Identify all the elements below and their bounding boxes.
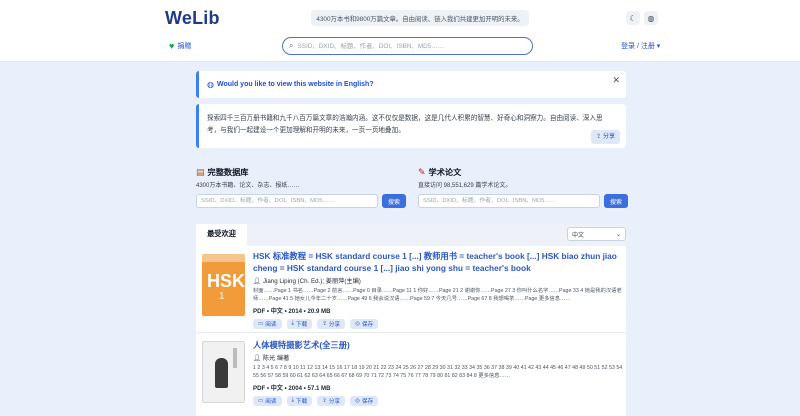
academic-papers-search-button[interactable]: 搜索 xyxy=(604,194,628,208)
cover-number: 1 xyxy=(219,291,225,302)
book-description: 1 2 3 4 5 6 7 8 9 10 11 12 13 14 15 16 1… xyxy=(253,365,623,380)
academic-papers-search-input[interactable] xyxy=(418,194,600,208)
close-icon[interactable]: ✕ xyxy=(612,75,620,86)
read-button[interactable]: ▭ 阅读 xyxy=(253,395,282,406)
book-icon: ▭ xyxy=(258,397,264,404)
site-logo[interactable]: WeLib xyxy=(165,8,220,29)
full-database-title: 完整数据库 xyxy=(207,168,249,177)
intro-share-button[interactable]: ⇪ 分享 xyxy=(591,130,620,144)
english-banner-link[interactable]: Would you like to view this website in E… xyxy=(217,81,374,88)
save-button[interactable]: ◎ 保存 xyxy=(350,395,379,406)
results-tabbar xyxy=(196,224,626,246)
full-database-subtitle: 4300万本书籍、论文、杂志、报纸…… xyxy=(196,183,300,189)
book-meta: PDF • 中文 • 2004 • 57.1 MB xyxy=(253,384,331,392)
share-icon: ⇪ xyxy=(596,134,602,140)
donate-label: 捐赠 xyxy=(177,43,192,50)
language-filter-select[interactable]: 中文 ⌄ xyxy=(567,227,626,241)
book-cover[interactable]: HSK 1 xyxy=(202,254,245,316)
book-title-link[interactable]: HSK 标准教程 = HSK standard course 1 [...] 教… xyxy=(253,250,623,274)
results-panel: 最受欢迎 中文 ⌄ HSK 1 HSK 标准教程 = HSK standard c… xyxy=(196,224,626,416)
user-icon: 👤︎ xyxy=(253,354,261,362)
main-search-input[interactable] xyxy=(297,42,528,50)
site-tagline: 4300万本书和9800万篇文章。自由阅读、链入我们共建更加开明的未来。 xyxy=(311,10,529,26)
login-label: 登录 / 注册 xyxy=(621,43,655,50)
language-filter-value: 中文 xyxy=(572,232,585,239)
book-description: 封面……Page 1 书名……Page 2 前言……Page 0 目录……Pag… xyxy=(253,288,622,303)
share-icon: ⇪ xyxy=(322,320,327,327)
language-globe-icon[interactable]: ◍ xyxy=(644,11,658,25)
intro-panel: 探索四千三百万册书籍和九千八百万篇文章的浩瀚内涵。这不仅仅是数据，这是几代人积累… xyxy=(196,104,626,148)
full-database-search-input[interactable] xyxy=(196,194,378,208)
book-cover[interactable] xyxy=(202,341,245,403)
donate-link[interactable]: ♥ 捐赠 xyxy=(169,41,191,51)
book-meta: PDF • 中文 • 2014 • 20.9 MB xyxy=(253,307,331,315)
chevron-down-icon: ⌄ xyxy=(615,231,621,238)
chevron-down-icon: ▾ xyxy=(656,43,661,50)
search-icon: ⌕ xyxy=(289,41,294,50)
intro-text: 探索四千三百万册书籍和九千八百万篇文章的浩瀚内涵。这不仅仅是数据，这是几代人积累… xyxy=(207,115,603,134)
book-icon: ▭ xyxy=(258,320,264,327)
main-search-box[interactable]: ⌕ xyxy=(282,37,533,55)
share-icon: ⇪ xyxy=(322,397,327,404)
books-icon: ▤ xyxy=(196,166,205,177)
login-register-link[interactable]: 登录 / 注册 ▾ xyxy=(621,41,660,51)
read-button[interactable]: ▭ 阅读 xyxy=(253,318,282,329)
english-language-banner: ◍ Would you like to view this website in… xyxy=(196,71,626,98)
full-database-section: ▤完整数据库 4300万本书籍、论文、杂志、报纸…… 搜索 xyxy=(196,166,406,208)
academic-papers-section: ✎学术论文 直接访问 98,551,629 篇学术论文。 搜索 xyxy=(418,166,628,208)
download-button[interactable]: ⤓ 下载 xyxy=(286,395,313,406)
save-icon: ◎ xyxy=(355,320,360,327)
download-button[interactable]: ⤓ 下载 xyxy=(286,318,313,329)
book-author: Jiang Liping (Ch. Ed.); 姜丽萍(主编) xyxy=(262,278,361,285)
site-header: WeLib 4300万本书和9800万篇文章。自由阅读、链入我们共建更加开明的未… xyxy=(0,0,800,62)
academic-papers-title: 学术论文 xyxy=(428,168,462,177)
divider xyxy=(196,332,626,333)
globe-icon: ◍ xyxy=(207,80,214,89)
pen-icon: ✎ xyxy=(418,166,426,177)
share-button[interactable]: ⇪ 分享 xyxy=(317,318,346,329)
save-button[interactable]: ◎ 保存 xyxy=(350,318,379,329)
book-author: 陈光 编著 xyxy=(262,355,290,362)
full-database-search-button[interactable]: 搜索 xyxy=(382,194,406,208)
share-button[interactable]: ⇪ 分享 xyxy=(317,395,346,406)
theme-toggle-moon-icon[interactable]: ☾ xyxy=(626,11,640,25)
academic-papers-subtitle: 直接访问 98,551,629 篇学术论文。 xyxy=(418,183,512,189)
download-icon: ⤓ xyxy=(291,397,294,404)
download-icon: ⤓ xyxy=(291,320,294,327)
save-icon: ◎ xyxy=(355,397,360,404)
tab-most-popular[interactable]: 最受欢迎 xyxy=(196,224,247,246)
cover-title: HSK xyxy=(207,271,245,291)
user-icon: 👤︎ xyxy=(253,277,261,285)
book-title-link[interactable]: 人体模特摄影艺术(全三册) xyxy=(253,339,623,351)
heart-icon: ♥ xyxy=(169,41,175,51)
intro-share-label: 分享 xyxy=(602,134,615,140)
